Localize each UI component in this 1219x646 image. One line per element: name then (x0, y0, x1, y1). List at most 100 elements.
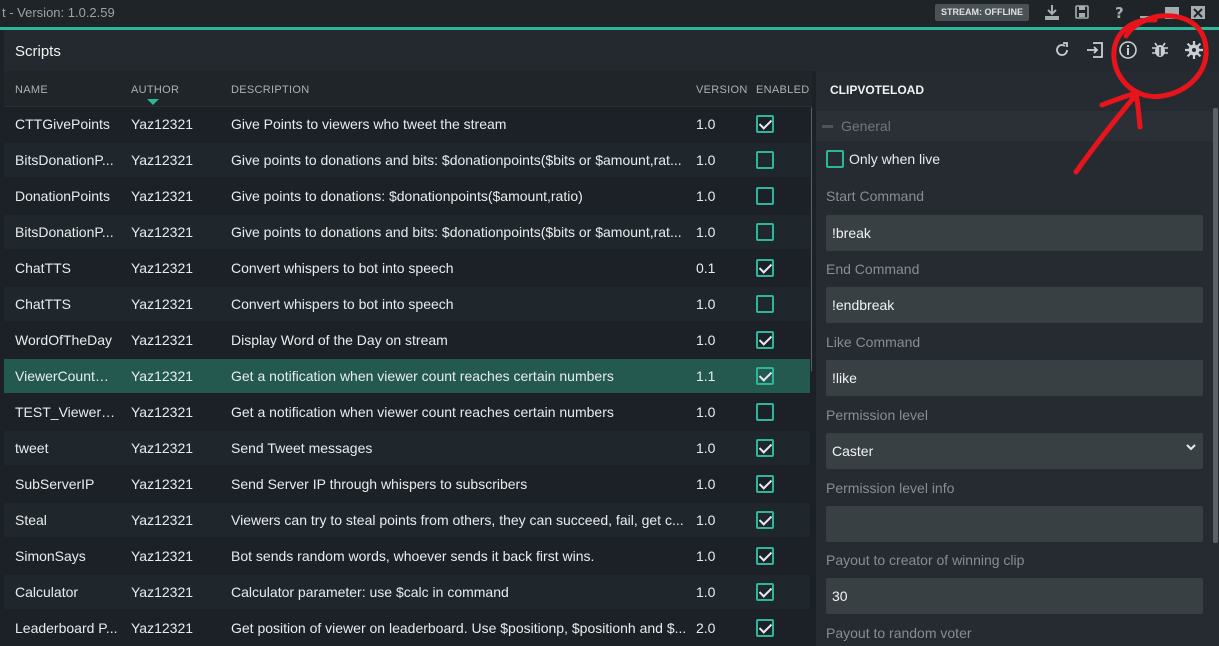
enabled-checkbox[interactable] (756, 403, 774, 421)
help-icon[interactable]: ? (1111, 4, 1129, 22)
script-author: Yaz12321 (131, 368, 194, 384)
script-author: Yaz12321 (131, 260, 194, 276)
script-name: tweet (15, 440, 49, 456)
column-name[interactable]: NAME (15, 84, 48, 96)
enabled-checkbox[interactable] (756, 151, 774, 169)
script-description: Calculator parameter: use $calc in comma… (231, 584, 509, 600)
table-row[interactable]: BitsDonationP... Yaz12321 Give points to d… (4, 143, 810, 177)
table-row[interactable]: ChatTTS Yaz12321 Convert whispers to bot i… (4, 251, 810, 285)
start-command-input[interactable]: !break (826, 215, 1203, 251)
window-title: t - Version: 1.0.2.59 (2, 5, 115, 20)
enabled-checkbox[interactable] (756, 115, 774, 133)
column-description[interactable]: DESCRIPTION (231, 84, 309, 96)
table-row[interactable]: Leaderboard P... Yaz12321 Get position of … (4, 611, 810, 645)
script-version: 1.0 (696, 332, 716, 348)
enabled-checkbox[interactable] (756, 511, 774, 529)
enabled-checkbox[interactable] (756, 223, 774, 241)
like-command-input[interactable]: !like (826, 360, 1203, 396)
enabled-checkbox[interactable] (756, 583, 774, 601)
column-author[interactable]: AUTHOR (131, 84, 179, 96)
script-version: 1.0 (696, 512, 716, 528)
script-name: ChatTTS (15, 296, 72, 312)
enabled-checkbox[interactable] (756, 331, 774, 349)
script-name: ViewerCountGi... (15, 368, 119, 384)
script-author: Yaz12321 (131, 404, 194, 420)
script-description: Send Tweet messages (231, 440, 373, 456)
gear-icon[interactable] (1183, 40, 1205, 62)
script-author: Yaz12321 (131, 152, 194, 168)
permission-info-input[interactable] (826, 506, 1203, 542)
table-row[interactable]: Steal Yaz12321 Viewers can try to steal po… (4, 503, 810, 537)
script-name: TEST_ViewerC... (15, 404, 119, 420)
payout-creator-input[interactable]: 30 (826, 578, 1203, 614)
script-version: 2.0 (696, 620, 716, 636)
maximize-icon[interactable] (1163, 4, 1181, 22)
scripts-table: NAME AUTHOR DESCRIPTION VERSION ENABLED … (4, 71, 812, 646)
script-author: Yaz12321 (131, 188, 194, 204)
script-name: BitsDonationP... (15, 224, 114, 240)
script-name: Leaderboard P... (15, 620, 118, 636)
start-command-label: Start Command (826, 188, 925, 204)
column-enabled[interactable]: ENABLED (756, 84, 809, 96)
script-name: SimonSays (15, 548, 86, 564)
import-icon[interactable] (1084, 40, 1106, 62)
table-row[interactable]: DonationPoints Yaz12321 Give points to don… (4, 179, 810, 213)
end-command-input[interactable]: !endbreak (826, 287, 1203, 323)
minimize-icon[interactable] (1136, 4, 1154, 22)
enabled-checkbox[interactable] (756, 187, 774, 205)
enabled-checkbox[interactable] (756, 475, 774, 493)
close-icon[interactable] (1189, 4, 1207, 22)
table-row[interactable]: WordOfTheDay Yaz12321 Display Word of the … (4, 323, 810, 357)
group-general[interactable]: General (816, 111, 1216, 141)
column-version[interactable]: VERSION (696, 84, 748, 96)
permission-level-select[interactable]: Caster (826, 433, 1203, 469)
table-row[interactable]: ChatTTS Yaz12321 Convert whispers to bot i… (4, 287, 810, 321)
stream-status-badge: STREAM: OFFLINE (935, 4, 1029, 21)
only-when-live-checkbox[interactable] (826, 150, 844, 168)
permission-level-label: Permission level (826, 407, 928, 423)
table-row[interactable]: BitsDonationP... Yaz12321 Give points to d… (4, 215, 810, 249)
script-author: Yaz12321 (131, 332, 194, 348)
script-author: Yaz12321 (131, 296, 194, 312)
table-row[interactable]: Calculator Yaz12321 Calculator parameter: … (4, 575, 810, 609)
script-author: Yaz12321 (131, 512, 194, 528)
script-description: Give points to donations and bits: $dona… (231, 152, 682, 168)
table-row[interactable]: SubServerIP Yaz12321 Send Server IP throug… (4, 467, 810, 501)
bug-icon[interactable] (1149, 40, 1171, 62)
script-author: Yaz12321 (131, 620, 194, 636)
only-when-live-label[interactable]: Only when live (849, 151, 940, 167)
enabled-checkbox[interactable] (756, 367, 774, 385)
group-general-label: General (841, 118, 891, 134)
scripts-header: Scripts (4, 30, 1219, 71)
table-row[interactable]: CTTGivePoints Yaz12321 Give Points to view… (4, 107, 810, 141)
script-description: Convert whispers to bot into speech (231, 296, 454, 312)
table-row[interactable]: ViewerCountGi... Yaz12321 Get a notificati… (4, 359, 810, 393)
script-version: 1.0 (696, 476, 716, 492)
panel-scrollbar[interactable] (1213, 108, 1218, 543)
enabled-checkbox[interactable] (756, 259, 774, 277)
table-scrollbar[interactable] (811, 107, 812, 372)
sort-caret-icon (147, 99, 159, 105)
save-icon[interactable] (1073, 4, 1091, 22)
script-version: 1.0 (696, 224, 716, 240)
enabled-checkbox[interactable] (756, 439, 774, 457)
script-description: Get a notification when viewer count rea… (231, 368, 614, 384)
enabled-checkbox[interactable] (756, 547, 774, 565)
download-icon[interactable] (1043, 4, 1061, 22)
table-row[interactable]: TEST_ViewerC... Yaz12321 Get a notificatio… (4, 395, 810, 429)
settings-panel: CLIPVOTELOAD General Only when live Star… (816, 71, 1219, 646)
table-row[interactable]: SimonSays Yaz12321 Bot sends random words,… (4, 539, 810, 573)
script-author: Yaz12321 (131, 476, 194, 492)
script-name: DonationPoints (15, 188, 110, 204)
enabled-checkbox[interactable] (756, 295, 774, 313)
enabled-checkbox[interactable] (756, 619, 774, 637)
svg-text:?: ? (1115, 4, 1124, 20)
permission-info-label: Permission level info (826, 480, 955, 496)
script-description: Convert whispers to bot into speech (231, 260, 454, 276)
table-row[interactable]: tweet Yaz12321 Send Tweet messages 1.0 (4, 431, 810, 465)
script-version: 1.0 (696, 584, 716, 600)
reload-icon[interactable] (1051, 40, 1073, 62)
script-author: Yaz12321 (131, 584, 194, 600)
info-icon[interactable] (1117, 40, 1139, 62)
collapse-icon[interactable] (822, 125, 833, 128)
